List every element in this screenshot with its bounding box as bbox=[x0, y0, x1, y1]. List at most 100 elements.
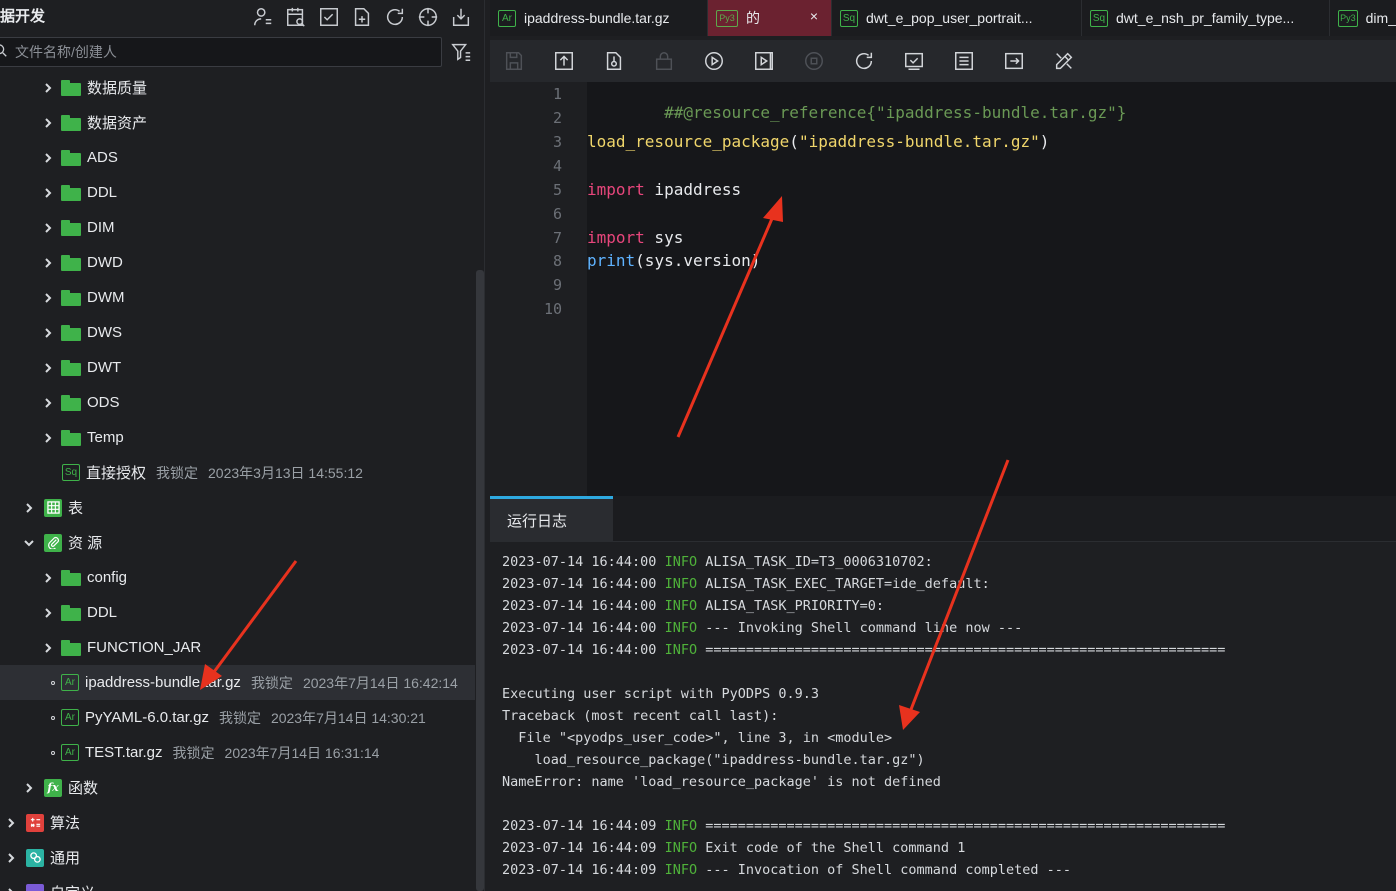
tab-label: dwt_e_pop_user_portrait... bbox=[866, 10, 1033, 26]
stop-button[interactable] bbox=[802, 49, 826, 73]
new-file-button[interactable] bbox=[349, 4, 375, 30]
filter-button[interactable] bbox=[449, 40, 473, 64]
code-text: (sys.version) bbox=[635, 251, 761, 270]
chevron-right-icon[interactable] bbox=[41, 571, 55, 585]
log-message: ALISA_TASK_ID=T3_0006310702: bbox=[705, 554, 933, 570]
chevron-right-icon[interactable] bbox=[41, 186, 55, 200]
tree-folder-ddl-resources[interactable]: DDL bbox=[0, 595, 475, 630]
log-message: --- Invocation of Shell command complete… bbox=[705, 862, 1071, 878]
chevron-right-icon[interactable] bbox=[41, 361, 55, 375]
tree-category-algorithms[interactable]: 算法 bbox=[0, 805, 475, 840]
archive-file-icon: Ar bbox=[61, 744, 79, 761]
chevron-down-icon[interactable] bbox=[22, 536, 36, 550]
tree-folder-dwm[interactable]: DWM bbox=[0, 280, 475, 315]
tree-folder-ods[interactable]: ODS bbox=[0, 385, 475, 420]
tree-file-test[interactable]: Ar TEST.tar.gz 我锁定 2023年7月14日 16:31:14 bbox=[0, 735, 475, 770]
tree-folder-function-jar[interactable]: FUNCTION_JAR bbox=[0, 630, 475, 665]
tree-category-tables[interactable]: 表 bbox=[0, 490, 475, 525]
log-line: load_resource_package("ipaddress-bundle.… bbox=[502, 752, 925, 774]
search-input[interactable] bbox=[0, 37, 442, 67]
modified-time: 2023年7月14日 16:31:14 bbox=[224, 744, 380, 761]
user-filter-button[interactable] bbox=[250, 4, 276, 30]
chevron-right-icon[interactable] bbox=[41, 396, 55, 410]
locate-button[interactable] bbox=[415, 4, 441, 30]
tab-active-python[interactable]: Py3 的 × bbox=[708, 0, 832, 36]
code-editor[interactable]: 1 2 3 4 5 6 7 8 9 10 ##@resource_referen… bbox=[490, 82, 1396, 496]
tree-category-custom[interactable]: 自定义 bbox=[0, 875, 475, 891]
modified-time: 2023年7月14日 16:42:14 bbox=[302, 674, 458, 691]
chevron-right-icon[interactable] bbox=[4, 816, 18, 830]
submit-button[interactable] bbox=[552, 49, 576, 73]
tree-file-direct-grant[interactable]: Sq 直接授权 我锁定 2023年3月13日 14:55:12 bbox=[0, 455, 475, 490]
code-keyword: import bbox=[587, 228, 645, 247]
tree-file-pyyaml[interactable]: Ar PyYAML-6.0.tar.gz 我锁定 2023年7月14日 14:3… bbox=[0, 700, 475, 735]
import-button[interactable] bbox=[448, 4, 474, 30]
tree-folder-data-assets[interactable]: 数据资产 bbox=[0, 105, 475, 140]
chevron-right-icon[interactable] bbox=[41, 606, 55, 620]
chevron-right-icon[interactable] bbox=[22, 501, 36, 515]
chevron-right-icon[interactable] bbox=[4, 886, 18, 891]
log-line: Executing user script with PyODPS 0.9.3 bbox=[502, 686, 819, 708]
chevron-right-icon[interactable] bbox=[41, 431, 55, 445]
log-tabbar: 运行日志 bbox=[490, 496, 1396, 542]
line-number: 5 bbox=[552, 181, 562, 199]
sidebar-scrollbar[interactable] bbox=[476, 270, 484, 891]
validate-button[interactable] bbox=[902, 49, 926, 73]
tree-file-ipaddress-bundle[interactable]: Ar ipaddress-bundle.tar.gz 我锁定 2023年7月14… bbox=[0, 665, 475, 700]
format-button[interactable] bbox=[952, 49, 976, 73]
schedule-button[interactable] bbox=[283, 4, 309, 30]
commit-button[interactable] bbox=[602, 49, 626, 73]
tree-folder-dwt[interactable]: DWT bbox=[0, 350, 475, 385]
run-with-params-button[interactable] bbox=[752, 49, 776, 73]
chevron-right-icon[interactable] bbox=[41, 641, 55, 655]
tree-folder-ddl[interactable]: DDL bbox=[0, 175, 475, 210]
close-icon[interactable]: × bbox=[807, 9, 821, 23]
bullet-icon bbox=[51, 715, 55, 720]
archive-file-icon: Ar bbox=[61, 674, 79, 691]
tab-run-log[interactable]: 运行日志 bbox=[490, 496, 613, 542]
chevron-right-icon[interactable] bbox=[4, 851, 18, 865]
tree-item-label: 函数 bbox=[68, 780, 99, 797]
tree-item-label: 资 源 bbox=[68, 535, 103, 552]
chevron-right-icon[interactable] bbox=[41, 151, 55, 165]
crosshair-icon bbox=[418, 7, 438, 27]
tab-dim[interactable]: Py3 dim_ bbox=[1330, 0, 1396, 36]
refresh-button[interactable] bbox=[382, 4, 408, 30]
tree-folder-data-quality[interactable]: 数据质量 bbox=[0, 70, 475, 105]
tree-folder-temp[interactable]: Temp bbox=[0, 420, 475, 455]
tree-category-resources[interactable]: 资 源 bbox=[0, 525, 475, 560]
chevron-right-icon[interactable] bbox=[22, 781, 36, 795]
check-list-button[interactable] bbox=[316, 4, 342, 30]
chevron-right-icon[interactable] bbox=[41, 116, 55, 130]
run-button[interactable] bbox=[702, 49, 726, 73]
tools-button[interactable] bbox=[1052, 49, 1076, 73]
tree-folder-dws[interactable]: DWS bbox=[0, 315, 475, 350]
chevron-right-icon[interactable] bbox=[41, 326, 55, 340]
tree-folder-config[interactable]: config bbox=[0, 560, 475, 595]
tree-category-functions[interactable]: fx 函数 bbox=[0, 770, 475, 805]
lock-button[interactable] bbox=[652, 49, 676, 73]
tab-dwt-nsh-pr-family-type[interactable]: Sq dwt_e_nsh_pr_family_type... bbox=[1082, 0, 1330, 36]
tree-folder-dim[interactable]: DIM bbox=[0, 210, 475, 245]
reload-button[interactable] bbox=[852, 49, 876, 73]
tree-item-label: ODS bbox=[87, 394, 120, 411]
tab-dwt-pop-user-portrait[interactable]: Sq dwt_e_pop_user_portrait... bbox=[832, 0, 1082, 36]
code-comment: ##@resource_reference{"ipaddress-bundle.… bbox=[664, 103, 1127, 122]
tree-folder-dwd[interactable]: DWD bbox=[0, 245, 475, 280]
chevron-right-icon[interactable] bbox=[41, 291, 55, 305]
tab-ipaddress-bundle[interactable]: Ar ipaddress-bundle.tar.gz bbox=[490, 0, 708, 36]
deploy-button[interactable] bbox=[1002, 49, 1026, 73]
save-button[interactable] bbox=[502, 49, 526, 73]
chevron-right-icon[interactable] bbox=[41, 221, 55, 235]
tree-item-label: 直接授权 bbox=[86, 465, 147, 482]
tree-category-common[interactable]: 通用 bbox=[0, 840, 475, 875]
tree-item-label: DIM bbox=[87, 219, 115, 236]
modified-time: 2023年7月14日 14:30:21 bbox=[270, 709, 426, 726]
lock-icon bbox=[655, 52, 673, 70]
line-number-gutter: 1 2 3 4 5 6 7 8 9 10 bbox=[490, 82, 587, 496]
code-body[interactable]: ##@resource_reference{"ipaddress-bundle.… bbox=[587, 82, 1396, 496]
chevron-right-icon[interactable] bbox=[41, 81, 55, 95]
tree-item-label: TEST.tar.gz bbox=[85, 744, 163, 761]
tree-folder-ads[interactable]: ADS bbox=[0, 140, 475, 175]
chevron-right-icon[interactable] bbox=[41, 256, 55, 270]
